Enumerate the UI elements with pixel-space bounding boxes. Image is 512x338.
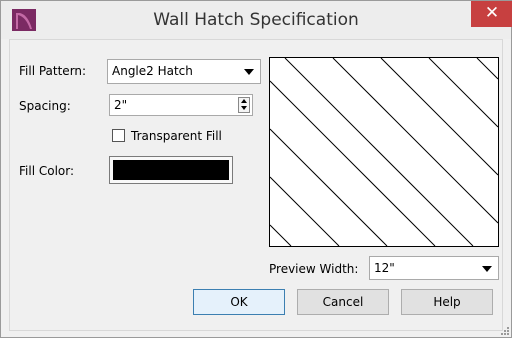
- fill-color-label: Fill Color:: [19, 164, 75, 178]
- transparent-fill-checkbox[interactable]: [112, 129, 125, 142]
- dialog-window: Wall Hatch Specification ✕ Fill Pattern:…: [0, 0, 512, 338]
- fill-pattern-dropdown[interactable]: Angle2 Hatch: [107, 59, 261, 84]
- fill-color-button[interactable]: [109, 156, 233, 184]
- spin-down-icon[interactable]: [241, 106, 247, 110]
- dropdown-arrow-icon: [244, 69, 254, 75]
- ok-button[interactable]: OK: [193, 289, 285, 315]
- preview-width-dropdown[interactable]: 12": [369, 256, 499, 280]
- cancel-button[interactable]: Cancel: [297, 289, 389, 315]
- hatch-preview-lines: [270, 58, 498, 246]
- preview-width-value: 12": [374, 261, 395, 275]
- dropdown-arrow-icon: [482, 266, 492, 272]
- spacing-input[interactable]: 2": [109, 94, 253, 116]
- transparent-fill-label[interactable]: Transparent Fill: [131, 129, 222, 143]
- fill-color-swatch: [113, 160, 229, 180]
- preview-width-label: Preview Width:: [269, 262, 359, 276]
- spacing-value: 2": [114, 98, 128, 112]
- fill-pattern-value: Angle2 Hatch: [112, 64, 193, 78]
- spin-up-icon[interactable]: [241, 99, 247, 103]
- spacing-label: Spacing:: [19, 99, 71, 113]
- help-button[interactable]: Help: [401, 289, 493, 315]
- resize-grip-icon[interactable]: [499, 325, 509, 335]
- spacing-spinner[interactable]: [238, 97, 250, 113]
- fill-pattern-label: Fill Pattern:: [19, 64, 87, 78]
- title-bar[interactable]: Wall Hatch Specification ✕: [1, 1, 512, 39]
- close-button[interactable]: ✕: [471, 1, 512, 27]
- hatch-preview: [269, 57, 499, 247]
- window-title: Wall Hatch Specification: [153, 10, 359, 30]
- close-icon: ✕: [484, 3, 500, 23]
